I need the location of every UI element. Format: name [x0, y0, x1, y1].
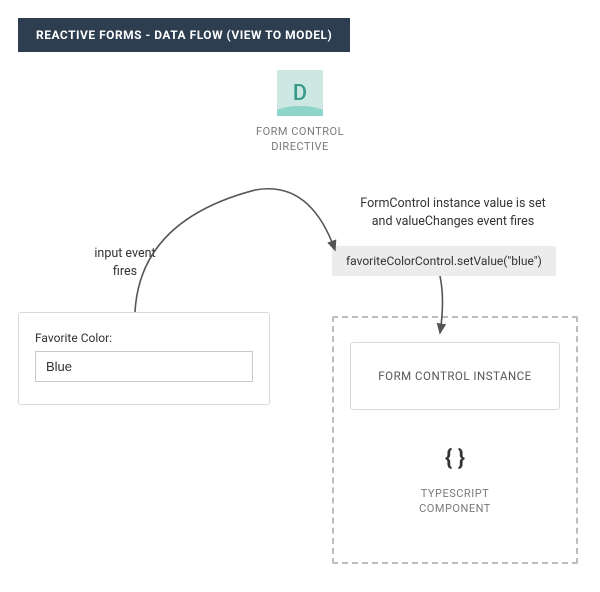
annotation-left-line2: fires — [113, 264, 137, 279]
directive-label-line1: FORM CONTROL — [256, 125, 344, 138]
directive-icon: D — [277, 70, 323, 116]
braces-icon: { } — [437, 440, 473, 476]
form-view-box: Favorite Color: — [18, 312, 270, 405]
annotation-right-line1: FormControl instance value is set — [360, 196, 545, 211]
annotation-input-event: input event fires — [70, 245, 180, 280]
ts-label-line2: COMPONENT — [419, 502, 491, 515]
form-field-label: Favorite Color: — [35, 331, 253, 345]
typescript-component-container: FORM CONTROL INSTANCE { } TYPESCRIPT COM… — [332, 316, 578, 564]
form-control-instance-box: FORM CONTROL INSTANCE — [350, 342, 560, 410]
directive-label: FORM CONTROL DIRECTIVE — [256, 124, 344, 155]
code-snippet: favoriteColorControl.setValue("blue") — [332, 246, 556, 276]
annotation-right-line2: and valueChanges event fires — [372, 214, 534, 229]
typescript-component-label: TYPESCRIPT COMPONENT — [350, 486, 560, 517]
annotation-left-line1: input event — [94, 246, 155, 261]
directive-block: D FORM CONTROL DIRECTIVE — [256, 70, 344, 155]
diagram-title: REACTIVE FORMS - DATA FLOW (VIEW TO MODE… — [18, 18, 350, 52]
ts-label-line1: TYPESCRIPT — [421, 487, 489, 500]
directive-label-line2: DIRECTIVE — [271, 140, 329, 153]
favorite-color-input[interactable] — [35, 351, 253, 382]
directive-letter: D — [293, 81, 307, 106]
annotation-value-set: FormControl instance value is set and va… — [338, 195, 568, 231]
